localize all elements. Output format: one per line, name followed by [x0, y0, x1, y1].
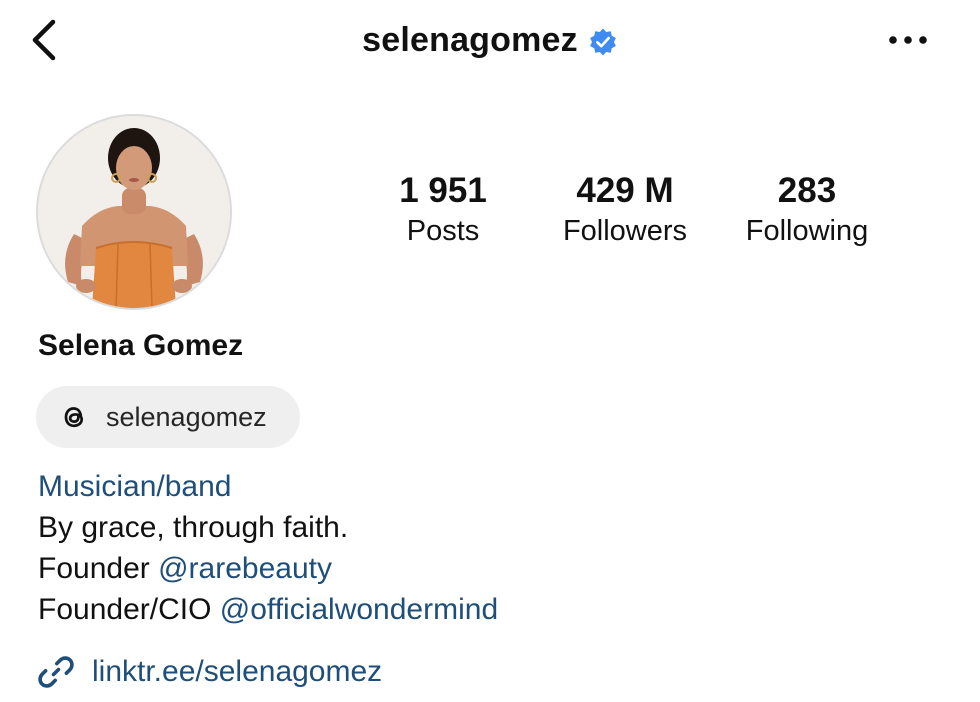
link-icon — [38, 656, 74, 688]
profile-category[interactable]: Musician/band — [38, 466, 938, 507]
profile-bio: Musician/band By grace, through faith. F… — [38, 466, 938, 630]
external-link-text: linktr.ee/selenagomez — [92, 655, 383, 688]
bio-line-2-prefix: Founder — [38, 552, 150, 585]
bio-line-3: Founder/CIO @officialwondermind — [38, 589, 938, 630]
threads-icon — [64, 407, 84, 428]
following-label: Following — [745, 215, 869, 247]
posts-value: 1 951 — [399, 171, 487, 210]
more-options-button[interactable] — [880, 20, 936, 60]
bio-line-1: By grace, through faith. — [38, 511, 349, 544]
profile-full-name: Selena Gomez — [38, 329, 244, 362]
bio-line-3-prefix: Founder/CIO — [38, 593, 212, 626]
mention-rarebeauty-link[interactable]: @rarebeauty — [158, 552, 332, 585]
external-link[interactable]: linktr.ee/selenagomez — [36, 648, 382, 696]
posts-label: Posts — [406, 215, 480, 247]
verified-badge-icon — [589, 28, 616, 56]
profile-photo — [38, 116, 230, 308]
following-count[interactable]: 283 Following — [728, 170, 886, 256]
followers-value: 429 M — [576, 171, 674, 210]
threads-badge-button[interactable]: selenagomez — [36, 386, 300, 448]
header-username: selenagomez — [362, 20, 578, 59]
followers-count[interactable]: 429 M Followers — [548, 170, 702, 256]
mention-officialwondermind-link[interactable]: @officialwondermind — [220, 593, 498, 626]
bio-line-2: Founder @rarebeauty — [38, 548, 938, 589]
header-title: selenagomez — [0, 16, 980, 64]
threads-handle: selenagomez — [106, 401, 267, 432]
followers-label: Followers — [562, 215, 688, 247]
ellipsis-horizontal-icon — [889, 36, 927, 44]
posts-count[interactable]: 1 951 Posts — [384, 170, 502, 256]
following-value: 283 — [777, 171, 837, 210]
profile-avatar[interactable] — [36, 114, 232, 310]
